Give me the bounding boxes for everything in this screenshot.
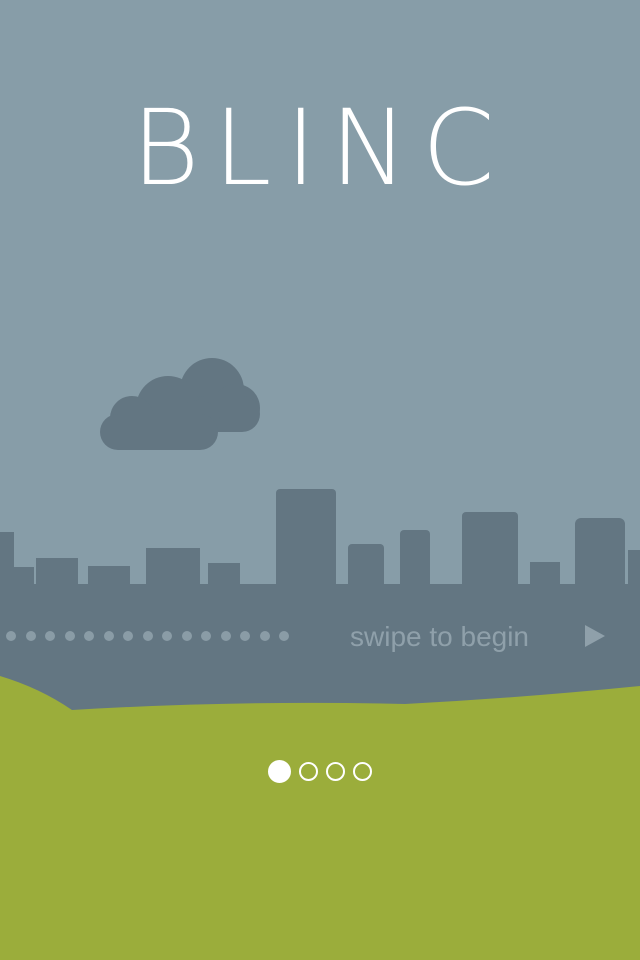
play-arrow-icon[interactable]	[585, 625, 605, 647]
swipe-label[interactable]: swipe to begin	[350, 620, 529, 654]
track-dot	[123, 631, 133, 641]
swipe-to-begin[interactable]: swipe to begin	[0, 620, 640, 654]
track-dot	[84, 631, 94, 641]
city-skyline	[0, 489, 640, 724]
track-dot	[6, 631, 16, 641]
track-dot	[45, 631, 55, 641]
page-indicator	[0, 760, 640, 783]
logo-text: BLINC	[131, 87, 509, 209]
page-dot-2[interactable]	[299, 762, 318, 781]
swipe-dotted-track	[6, 631, 289, 643]
page-dot-3[interactable]	[326, 762, 345, 781]
app-logo: BLINC*	[0, 96, 640, 200]
onboarding-screen[interactable]: BLINC* swipe to begin	[0, 0, 640, 960]
page-dot-1[interactable]	[268, 760, 291, 783]
page-dot-4[interactable]	[353, 762, 372, 781]
grass-hill	[0, 676, 640, 960]
track-dot	[201, 631, 211, 641]
track-dot	[279, 631, 289, 641]
cloud-icon	[100, 358, 260, 450]
track-dot	[142, 631, 153, 641]
track-dot	[240, 631, 250, 641]
track-dot	[103, 631, 114, 641]
track-dot	[220, 631, 231, 641]
track-dot	[25, 631, 36, 641]
track-dot	[162, 631, 172, 641]
track-dot	[181, 631, 192, 641]
track-dot	[64, 631, 75, 641]
track-dot	[259, 631, 270, 641]
